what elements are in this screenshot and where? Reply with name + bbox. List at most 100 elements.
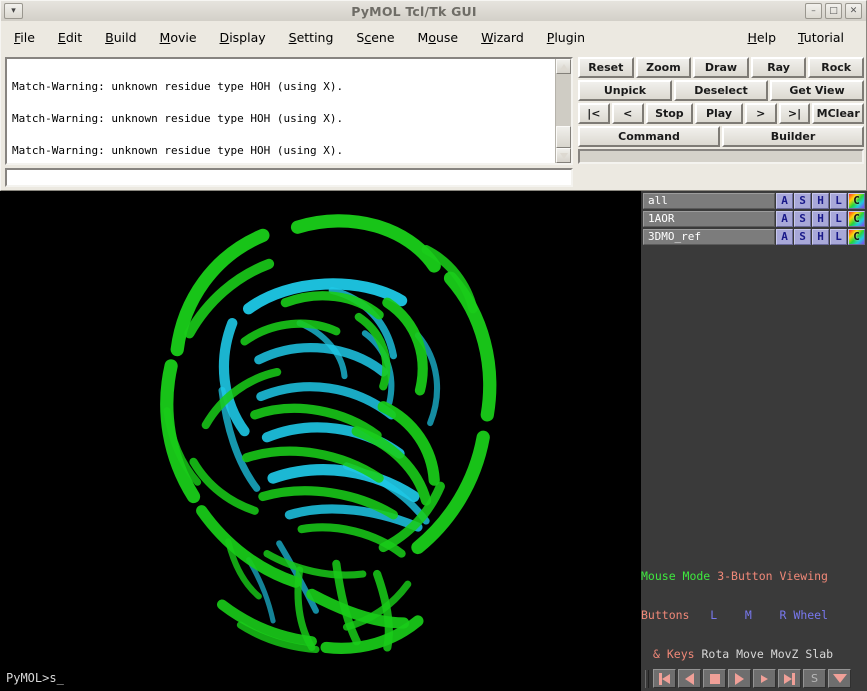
button-row-1: Reset Zoom Draw Ray Rock: [578, 57, 864, 78]
mouse-mode-value[interactable]: 3-Button Viewing: [717, 569, 828, 583]
toggle-label[interactable]: L: [830, 229, 847, 245]
menu-item-help[interactable]: Help: [748, 28, 777, 47]
maximize-button[interactable]: □: [825, 3, 842, 19]
builder-button[interactable]: Builder: [722, 126, 864, 147]
toggle-show[interactable]: S: [794, 193, 811, 209]
get-view-button[interactable]: Get View: [770, 80, 864, 101]
log-line: Match-Warning: unknown residue type HOH …: [12, 80, 344, 94]
button-row-3: |< < Stop Play > >| MClear: [578, 103, 865, 124]
menu-item-build[interactable]: Build: [105, 28, 136, 47]
toggle-hide[interactable]: H: [812, 211, 829, 227]
menu-item-mouse[interactable]: Mouse: [418, 28, 459, 47]
media-toolbar: S: [641, 666, 867, 691]
toggle-hide[interactable]: H: [812, 193, 829, 209]
toggle-label[interactable]: L: [830, 211, 847, 227]
menu-bar: FFileile Edit Build Movie Display Settin…: [0, 21, 867, 54]
movie-prev-button[interactable]: <: [611, 103, 644, 124]
ray-button[interactable]: Ray: [750, 57, 807, 78]
menu-item-tutorial[interactable]: Tutorial: [798, 28, 844, 47]
row-key: & Keys: [653, 647, 695, 661]
object-row-3dmo-ref[interactable]: 3DMO_ref A S H L C: [643, 229, 865, 245]
rewind-icon[interactable]: [678, 669, 701, 688]
menu-item-wizard[interactable]: Wizard: [481, 28, 524, 47]
movie-last-button[interactable]: >|: [778, 103, 811, 124]
toggle-action[interactable]: A: [776, 229, 793, 245]
rock-button[interactable]: Rock: [808, 57, 864, 78]
scrollbar-track[interactable]: [556, 74, 571, 148]
menu-item-edit[interactable]: Edit: [58, 28, 82, 47]
mouse-mode-row: & Keys Rota Move MovZ Slab: [641, 648, 867, 661]
dropdown-icon[interactable]: [828, 669, 851, 688]
upper-panel: Match-Warning: unknown residue type HOH …: [0, 54, 867, 191]
snapshot-icon[interactable]: S: [803, 669, 826, 688]
row-l: Rota: [701, 647, 730, 661]
progress-bar[interactable]: [578, 149, 864, 164]
toggle-show[interactable]: S: [794, 229, 811, 245]
stop-icon[interactable]: [703, 669, 726, 688]
play-icon[interactable]: [728, 669, 751, 688]
snapshot-label: S: [811, 672, 818, 685]
menu-item-plugin[interactable]: Plugin: [547, 28, 585, 47]
scroll-up-icon[interactable]: [556, 59, 571, 74]
movie-stop-button[interactable]: Stop: [645, 103, 694, 124]
row-wheel: Slab: [805, 647, 834, 661]
command-prompt[interactable]: PyMOL>s_: [0, 666, 641, 691]
toggle-color[interactable]: C: [848, 211, 865, 227]
toggle-color[interactable]: C: [848, 193, 865, 209]
mouse-mode-title-line: Mouse Mode 3-Button Viewing: [641, 570, 867, 583]
reset-button[interactable]: Reset: [578, 57, 634, 78]
log-scrollbar[interactable]: [555, 59, 571, 163]
chevron-down-icon[interactable]: ▾: [4, 3, 23, 19]
control-button-panel: Reset Zoom Draw Ray Rock Unpick Deselect…: [578, 57, 865, 187]
draw-button[interactable]: Draw: [693, 57, 749, 78]
scrollbar-thumb[interactable]: [556, 126, 571, 148]
toggle-action[interactable]: A: [776, 211, 793, 227]
menu-item-movie[interactable]: Movie: [160, 28, 197, 47]
movie-first-button[interactable]: |<: [578, 103, 610, 124]
skip-to-end-icon[interactable]: [778, 669, 801, 688]
window-title: PyMOL Tcl/Tk GUI: [351, 3, 477, 19]
toggle-show[interactable]: S: [794, 211, 811, 227]
object-row-all[interactable]: all A S H L C: [643, 193, 865, 209]
movie-play-button[interactable]: Play: [695, 103, 743, 124]
object-name[interactable]: 1AOR: [643, 211, 775, 227]
menu-item-file[interactable]: FFileile: [14, 28, 35, 47]
object-name[interactable]: 3DMO_ref: [643, 229, 775, 245]
menu-item-scene[interactable]: Scene: [356, 28, 394, 47]
unpick-button[interactable]: Unpick: [578, 80, 672, 101]
pymol-window: ▾ PyMOL Tcl/Tk GUI – □ ✕ FFileile Edit B…: [0, 0, 867, 691]
toggle-color[interactable]: C: [848, 229, 865, 245]
scroll-down-icon[interactable]: [556, 148, 571, 163]
menu-bar-right: Help Tutorial: [735, 28, 866, 47]
row-m: Move: [736, 647, 764, 661]
log-text: Match-Warning: unknown residue type HOH …: [7, 59, 555, 163]
toggle-action[interactable]: A: [776, 193, 793, 209]
command-input[interactable]: [5, 168, 573, 187]
object-row-1aor[interactable]: 1AOR A S H L C: [643, 211, 865, 227]
minimize-button[interactable]: –: [805, 3, 822, 19]
command-button[interactable]: Command: [578, 126, 720, 147]
toggle-label[interactable]: L: [830, 193, 847, 209]
window-controls: – □ ✕: [805, 3, 862, 19]
col-wheel-label: Wheel: [793, 608, 829, 622]
log-output-area: Match-Warning: unknown residue type HOH …: [5, 57, 573, 165]
menu-item-setting[interactable]: Setting: [289, 28, 334, 47]
mclear-button[interactable]: MClear: [812, 103, 865, 124]
deselect-button[interactable]: Deselect: [674, 80, 768, 101]
object-name[interactable]: all: [643, 193, 775, 209]
close-button[interactable]: ✕: [845, 3, 862, 19]
log-line: Match-Warning: unknown residue type HOH …: [12, 111, 344, 125]
buttons-label: Buttons: [641, 608, 690, 622]
mouse-mode-label: Mouse Mode: [641, 569, 711, 583]
toolbar-grip[interactable]: [645, 669, 649, 688]
zoom-button[interactable]: Zoom: [635, 57, 692, 78]
mouse-mode-header: Buttons L M R Wheel: [641, 609, 867, 622]
viewport-3d[interactable]: [0, 191, 641, 666]
molecule-render: [0, 191, 641, 666]
movie-next-button[interactable]: >: [744, 103, 777, 124]
toggle-hide[interactable]: H: [812, 229, 829, 245]
row-r: MovZ: [770, 647, 799, 661]
skip-to-start-icon[interactable]: [653, 669, 676, 688]
fast-forward-icon[interactable]: [753, 669, 776, 688]
menu-item-display[interactable]: Display: [220, 28, 266, 47]
